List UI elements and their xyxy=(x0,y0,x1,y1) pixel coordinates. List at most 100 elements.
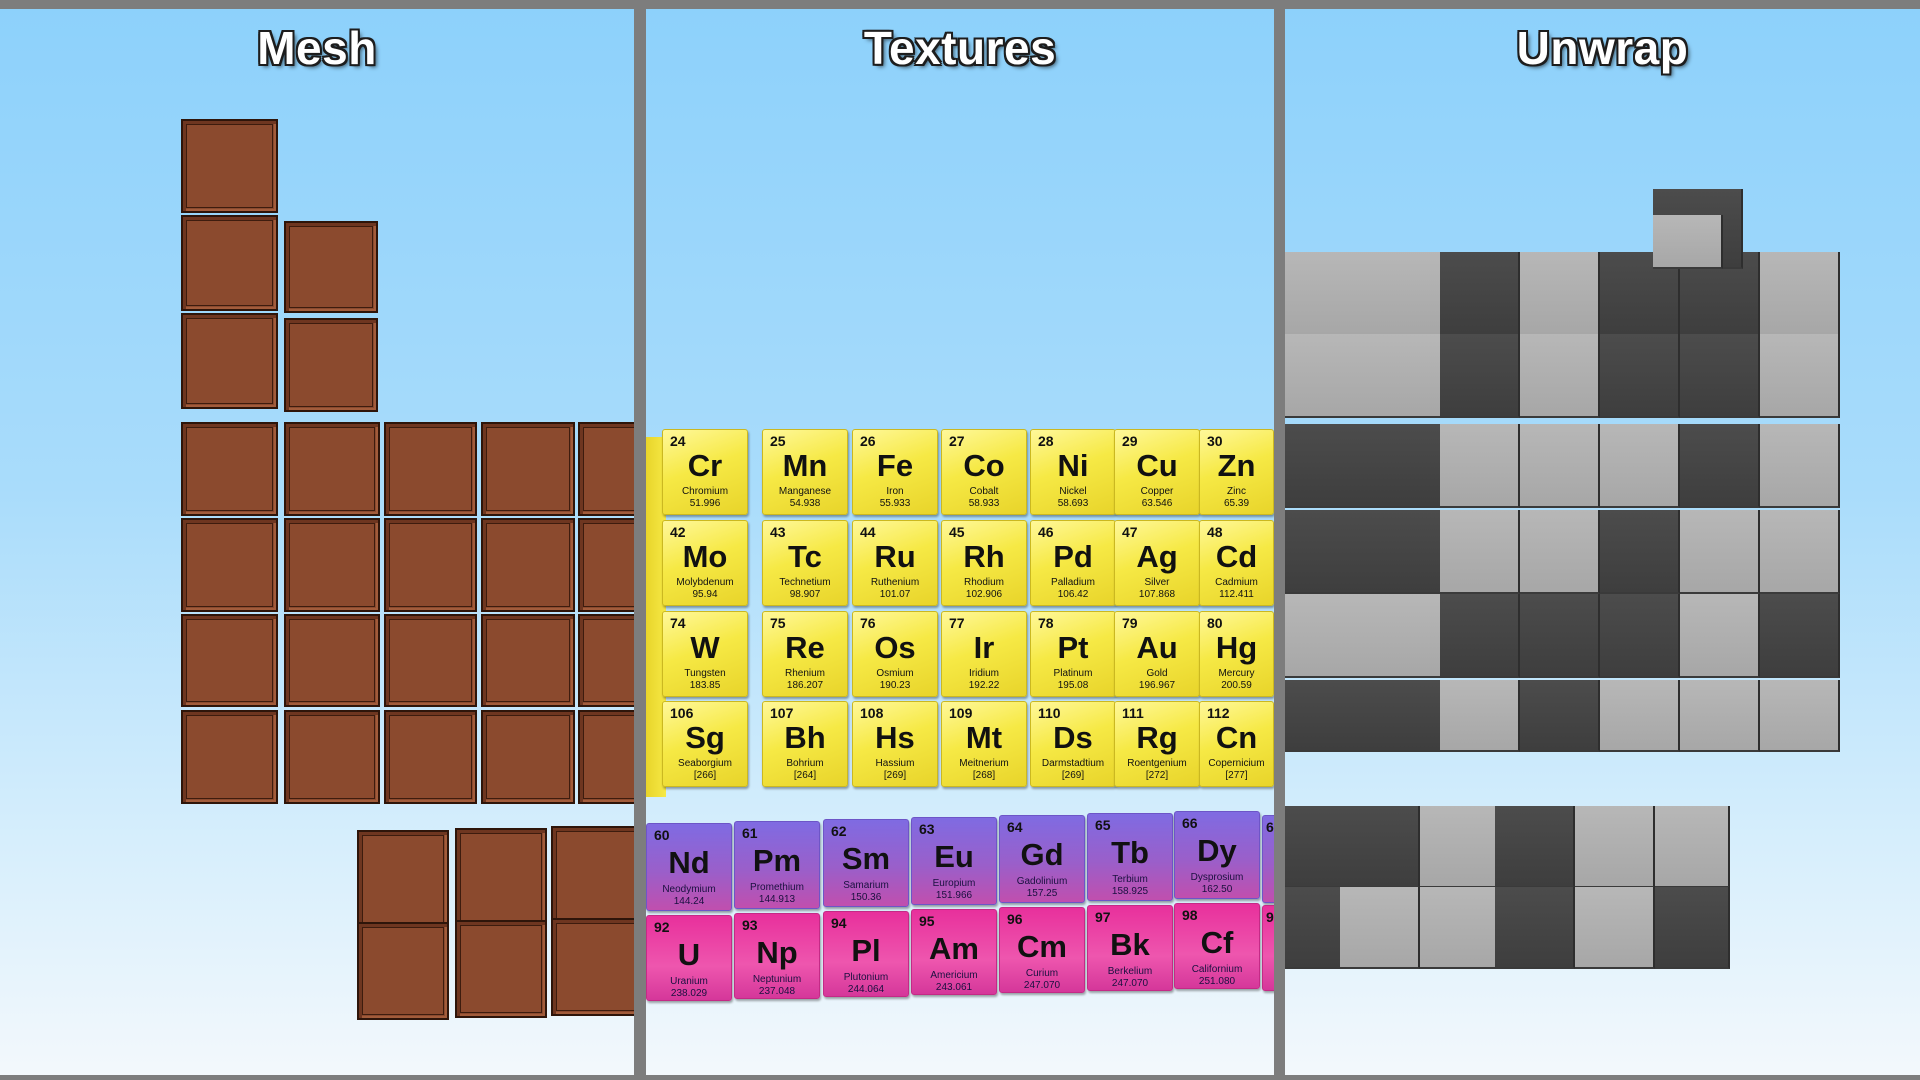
atomic-mass: 150.36 xyxy=(850,892,882,903)
mesh-block xyxy=(181,422,278,516)
element-name: Copernicium xyxy=(1208,758,1265,769)
atomic-mass: 98.907 xyxy=(789,589,821,600)
element-name: Tungsten xyxy=(684,668,726,679)
element-symbol: Rg xyxy=(1136,720,1178,755)
element-name: Dysprosium xyxy=(1190,872,1244,883)
atomic-mass: 102.906 xyxy=(965,589,1003,600)
atomic-number: 24 xyxy=(670,433,686,449)
atomic-mass: 247.070 xyxy=(1023,980,1061,991)
element-symbol: Pd xyxy=(1053,539,1093,574)
atomic-number: 46 xyxy=(1038,524,1054,540)
atomic-number: 110 xyxy=(1038,705,1061,721)
mesh-block xyxy=(455,920,547,1018)
mesh-block xyxy=(578,422,634,516)
atomic-number: 95 xyxy=(919,913,935,929)
unwrap-block xyxy=(1440,510,1520,594)
atomic-number: 60 xyxy=(654,827,670,843)
element-name: Seaborgium xyxy=(678,758,732,769)
unwrap-block xyxy=(1680,424,1760,508)
atomic-mass: 101.07 xyxy=(879,589,911,600)
atomic-number: 80 xyxy=(1207,615,1223,631)
atomic-number: 93 xyxy=(742,917,758,933)
atomic-mass: 251.080 xyxy=(1198,976,1236,987)
atomic-mass: 190.23 xyxy=(879,680,911,691)
element-symbol: Ru xyxy=(874,539,916,574)
element-name: Meitnerium xyxy=(959,758,1009,769)
atomic-mass: 65.39 xyxy=(1223,498,1250,509)
element-symbol: Gd xyxy=(1020,837,1064,872)
element-symbol: Eu xyxy=(934,839,974,874)
unwrap-block xyxy=(1520,594,1600,678)
atomic-mass: 144.913 xyxy=(758,894,796,905)
atomic-number: 74 xyxy=(670,615,686,631)
unwrap-block xyxy=(1600,594,1680,678)
unwrap-block xyxy=(1440,334,1520,418)
lanthanide-edge-tile: 67 xyxy=(1262,815,1274,903)
element-symbol: Cn xyxy=(1215,720,1258,755)
element-tile-hs: 108 Hs Hassium [269] xyxy=(852,701,938,787)
mesh-block xyxy=(578,614,634,707)
element-tile-rg: 111 Rg Roentgenium [272] xyxy=(1114,701,1200,787)
element-tile-cm: 96 Cm Curium 247.070 xyxy=(999,907,1085,993)
textures-panel-title: Textures xyxy=(863,22,1057,74)
atomic-number: 48 xyxy=(1207,524,1223,540)
atomic-mass: [266] xyxy=(693,770,717,781)
element-tile-w: 74 W Tungsten 183.85 xyxy=(662,611,748,697)
unwrap-block xyxy=(1285,680,1365,752)
actinide-edge-tile: 99 xyxy=(1262,905,1274,991)
element-symbol: Ag xyxy=(1136,539,1178,574)
unwrap-block xyxy=(1600,510,1680,594)
element-tile-u: 92 U Uranium 238.029 xyxy=(646,915,732,1001)
element-tile-ir: 77 Ir Iridium 192.22 xyxy=(941,611,1027,697)
element-name: Berkelium xyxy=(1107,966,1153,977)
atomic-number: 28 xyxy=(1038,433,1054,449)
atomic-mass: [272] xyxy=(1145,770,1169,781)
unwrap-block xyxy=(1655,806,1730,888)
element-name: Iridium xyxy=(968,668,999,679)
element-symbol: Ni xyxy=(1057,448,1089,483)
atomic-number: 66 xyxy=(1182,815,1198,831)
element-symbol: Sg xyxy=(685,720,725,755)
atomic-number: 92 xyxy=(654,919,670,935)
unwrap-block xyxy=(1520,680,1600,752)
unwrap-block xyxy=(1362,334,1442,418)
element-tile-rh: 45 Rh Rhodium 102.906 xyxy=(941,520,1027,606)
unwrap-block xyxy=(1520,252,1600,336)
mesh-block xyxy=(481,422,575,516)
element-name: Copper xyxy=(1140,486,1174,497)
unwrap-block xyxy=(1760,334,1840,418)
atomic-number: 111 xyxy=(1122,705,1144,721)
mesh-block xyxy=(181,313,278,409)
element-symbol: Tc xyxy=(788,539,822,574)
atomic-mass: 106.42 xyxy=(1057,589,1089,600)
unwrap-block xyxy=(1680,594,1760,678)
element-tile-pd: 46 Pd Palladium 106.42 xyxy=(1030,520,1116,606)
atomic-number: 107 xyxy=(770,705,794,721)
element-symbol: Mn xyxy=(782,448,828,483)
unwrap-block xyxy=(1285,424,1365,508)
unwrap-block xyxy=(1520,510,1600,594)
element-name: Nickel xyxy=(1059,486,1087,497)
unwrap-block xyxy=(1440,424,1520,508)
element-symbol: Ir xyxy=(973,630,995,665)
element-name: Platinum xyxy=(1053,668,1093,679)
actinide-edge-number: 99 xyxy=(1266,909,1274,925)
element-name: Hassium xyxy=(875,758,915,769)
mesh-block xyxy=(578,710,634,804)
element-tile-mn: 25 Mn Manganese 54.938 xyxy=(762,429,848,515)
atomic-mass: [264] xyxy=(793,770,817,781)
element-tile-co: 27 Co Cobalt 58.933 xyxy=(941,429,1027,515)
unwrap-panel-title: Unwrap xyxy=(1516,22,1689,74)
element-name: Chromium xyxy=(681,486,729,497)
unwrap-block xyxy=(1495,887,1575,969)
element-name: Terbium xyxy=(1112,874,1148,885)
element-tile-sm: 62 Sm Samarium 150.36 xyxy=(823,819,909,907)
unwrap-block xyxy=(1420,887,1500,969)
unwrap-block xyxy=(1340,887,1420,969)
element-tile-tb: 65 Tb Terbium 158.925 xyxy=(1087,813,1173,901)
mesh-block xyxy=(384,710,477,804)
atomic-mass: 162.50 xyxy=(1201,884,1233,895)
atomic-mass: 58.933 xyxy=(968,498,1000,509)
element-tile-zn: 30 Zn Zinc 65.39 xyxy=(1199,429,1274,515)
element-symbol: Cr xyxy=(687,448,723,483)
